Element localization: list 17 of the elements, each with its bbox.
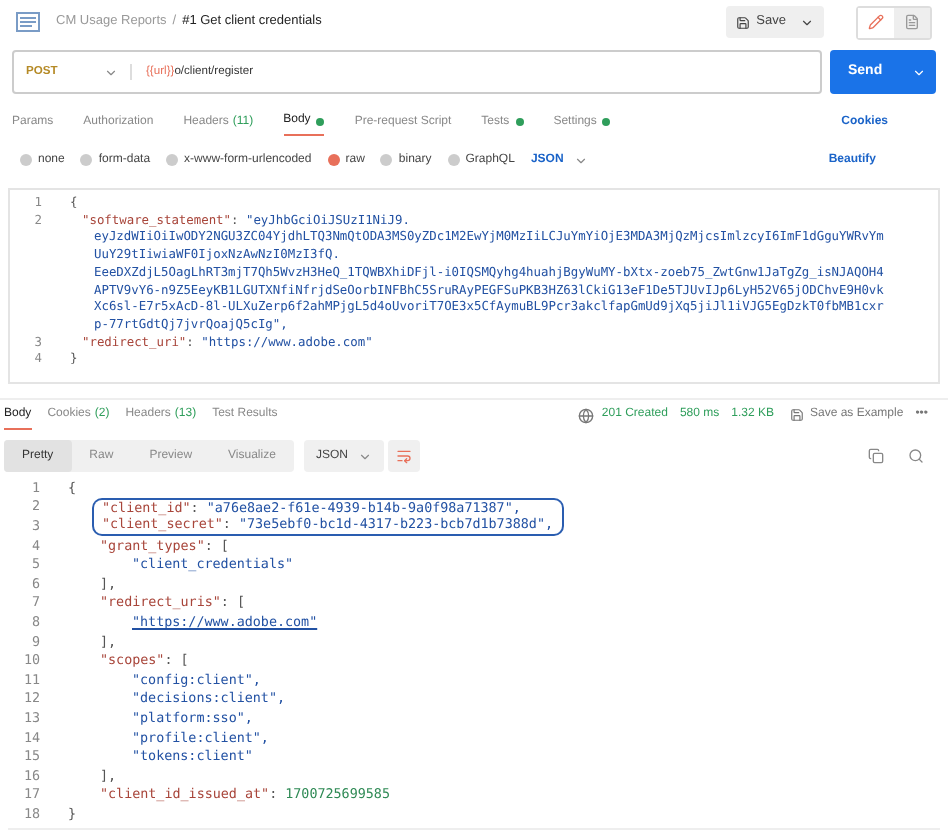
search-icon[interactable] <box>908 448 924 464</box>
caret-icon <box>104 65 118 79</box>
caret-icon <box>800 15 814 29</box>
caret-icon <box>912 65 926 79</box>
copy-icon[interactable] <box>868 448 884 464</box>
pencil-icon <box>868 14 884 30</box>
wrap-button[interactable] <box>387 440 420 472</box>
save-icon <box>736 15 751 29</box>
caret-icon <box>573 153 588 167</box>
collection-icon <box>16 12 40 32</box>
globe-icon <box>577 407 594 423</box>
caret-icon <box>357 449 372 463</box>
save-icon <box>789 408 804 422</box>
docs-button[interactable] <box>894 7 930 37</box>
document-icon <box>904 14 920 30</box>
code-editor[interactable] <box>8 188 940 384</box>
wrap-icon <box>395 448 412 464</box>
